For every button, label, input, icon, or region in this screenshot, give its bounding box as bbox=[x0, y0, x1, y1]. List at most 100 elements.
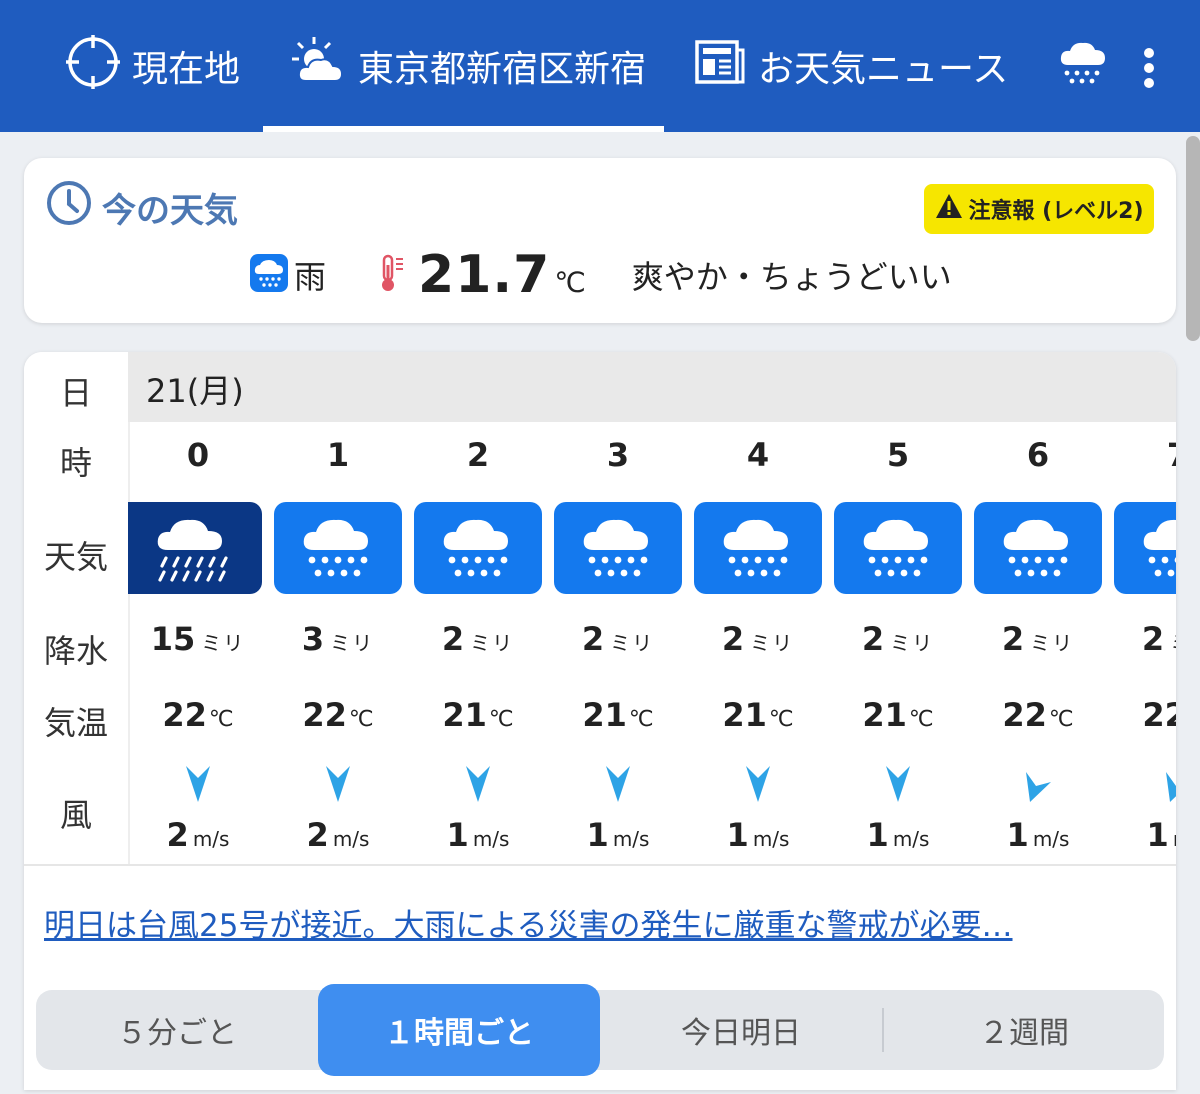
more-dot bbox=[1144, 63, 1154, 73]
top-bar: 現在地 東京都新宿区新宿 お天気ニュース bbox=[0, 0, 1200, 132]
rain-icon bbox=[250, 254, 288, 296]
rain-icon bbox=[694, 502, 822, 594]
wind-value: 1m/s bbox=[866, 816, 930, 854]
tab-label: 東京都新宿区新宿 bbox=[358, 49, 647, 90]
row-label-wind: 風 bbox=[59, 796, 92, 834]
row-label-temp: 気温 bbox=[43, 704, 108, 742]
wind-direction-arrow-icon bbox=[184, 764, 212, 808]
temp-value: 22℃ bbox=[1002, 696, 1074, 734]
tab-current-location[interactable]: 現在地 bbox=[66, 0, 240, 132]
rain-icon bbox=[1114, 502, 1176, 594]
news-link[interactable]: 明日は台風25号が接近。大雨による災害の発生に厳重な警戒が必要… bbox=[44, 900, 1013, 945]
current-weather-title: 今の天気 bbox=[46, 180, 238, 235]
active-tab-indicator bbox=[263, 126, 664, 132]
wind-value: 1m/s bbox=[1146, 816, 1176, 854]
clock-icon bbox=[46, 180, 92, 235]
segment-2weeks[interactable]: ２週間 bbox=[884, 990, 1164, 1070]
hour-column: 5 2 ミリ 21℃ 1 m/s bbox=[828, 422, 968, 864]
current-weather-card: 今の天気 注意報 (レベル2) 雨 21.7 ℃ 爽やか・ちょうどいい bbox=[24, 158, 1176, 323]
row-label-weather: 天気 bbox=[43, 538, 108, 576]
rain-icon bbox=[554, 502, 682, 594]
hour-label: 4 bbox=[746, 436, 770, 474]
wind-value: 1m/s bbox=[1006, 816, 1070, 854]
precip-value: 2ミリ bbox=[861, 620, 935, 658]
row-label-day: 日 bbox=[59, 374, 92, 412]
rain-radar-button[interactable] bbox=[1058, 0, 1108, 132]
wind-direction-arrow-icon bbox=[464, 764, 492, 808]
more-dot bbox=[1144, 78, 1154, 88]
row-label-hour: 時 bbox=[59, 444, 92, 482]
thermometer-icon bbox=[378, 253, 408, 297]
wind-direction-arrow-icon bbox=[324, 764, 352, 808]
wind-value: 2 m/s bbox=[166, 816, 230, 854]
day-label: 21(月) bbox=[146, 372, 244, 410]
temp-value: 21℃ bbox=[582, 696, 654, 734]
wind-value: 1m/s bbox=[726, 816, 790, 854]
segment-today-tomorrow[interactable]: 今日明日 bbox=[600, 990, 882, 1070]
precip-value: 15 ミリ bbox=[150, 620, 246, 658]
row-label-precip: 降水 bbox=[43, 632, 108, 670]
more-menu-button[interactable] bbox=[1138, 48, 1160, 88]
tab-weather-news[interactable]: お天気ニュース bbox=[694, 0, 1008, 132]
wind-value: 2 m/s bbox=[306, 816, 370, 854]
scrollbar-thumb[interactable] bbox=[1186, 136, 1200, 341]
hour-label: 3 bbox=[606, 436, 630, 474]
interval-selector: ５分ごと １時間ごと 今日明日 ２週間 bbox=[36, 984, 1164, 1076]
hour-label: 6 bbox=[1026, 436, 1050, 474]
current-weather-title-text: 今の天気 bbox=[102, 191, 238, 231]
hour-column: 1 3 ミリ 22℃ 2 m/s bbox=[268, 422, 408, 864]
hourly-grid[interactable]: 0 15 ミリ 22℃ 2 m/s 1 3 ミリ 22℃ 2 m/s 2 2 ミリ 21℃ 1 m/s 3 2 ミリ 21… bbox=[128, 422, 1176, 864]
tab-location-shinjuku[interactable]: 東京都新宿区新宿 bbox=[292, 0, 646, 132]
row-labels: 日 時 天気 降水 気温 風 bbox=[24, 352, 128, 864]
tab-label: お天気ニュース bbox=[758, 49, 1009, 90]
hour-label: 0 bbox=[186, 436, 210, 474]
wind-direction-arrow-icon bbox=[1164, 764, 1176, 808]
hour-column: 3 2 ミリ 21℃ 1 m/s bbox=[548, 422, 688, 864]
warning-text: 注意報 (レベル2) bbox=[968, 199, 1144, 224]
segment-hourly[interactable]: １時間ごと bbox=[318, 984, 600, 1076]
wind-direction-arrow-icon bbox=[884, 764, 912, 808]
precip-value: 2ミリ bbox=[1001, 620, 1075, 658]
temperature-unit: ℃ bbox=[554, 265, 586, 299]
wind-direction-arrow-icon bbox=[604, 764, 632, 808]
temp-value: 22℃ bbox=[162, 696, 234, 734]
current-temperature: 21.7 bbox=[418, 245, 551, 305]
temp-value: 21℃ bbox=[862, 696, 934, 734]
newspaper-icon bbox=[694, 36, 746, 97]
tab-label: 現在地 bbox=[132, 49, 241, 90]
hour-column: 0 15 ミリ 22℃ 2 m/s bbox=[128, 422, 268, 864]
precip-value: 3 ミリ bbox=[301, 620, 375, 658]
temp-value: 21℃ bbox=[722, 696, 794, 734]
precip-value: 2ミリ bbox=[721, 620, 795, 658]
hour-label: 2 bbox=[466, 436, 490, 474]
temp-value: 21℃ bbox=[442, 696, 514, 734]
heavy-rain-icon bbox=[128, 502, 262, 594]
hour-column: 4 2 ミリ 21℃ 1 m/s bbox=[688, 422, 828, 864]
rain-icon bbox=[974, 502, 1102, 594]
wind-value: 1m/s bbox=[586, 816, 650, 854]
day-header: 21(月) bbox=[128, 352, 1176, 422]
wind-value: 1m/s bbox=[446, 816, 510, 854]
temp-value: 22℃ bbox=[1142, 696, 1176, 734]
precip-value: 2ミリ bbox=[441, 620, 515, 658]
current-weather-summary: 雨 21.7 ℃ 爽やか・ちょうどいい bbox=[250, 240, 952, 310]
rain-cloud-icon bbox=[1058, 37, 1108, 96]
segment-5min[interactable]: ５分ごと bbox=[36, 990, 318, 1070]
wind-direction-arrow-icon bbox=[1024, 764, 1052, 808]
precip-value: 2ミリ bbox=[1141, 620, 1176, 658]
more-vertical-icon bbox=[1144, 48, 1154, 58]
hour-label: 5 bbox=[886, 436, 910, 474]
hourly-forecast-card: 日 時 天気 降水 気温 風 21(月) 0 15 ミリ 22℃ 2 m/s 1 3 ミリ 22℃… bbox=[24, 352, 1176, 1090]
sun-cloud-icon bbox=[292, 35, 346, 98]
hour-column: 2 2 ミリ 21℃ 1 m/s bbox=[408, 422, 548, 864]
location-crosshair-icon bbox=[66, 34, 120, 98]
precip-value: 2ミリ bbox=[581, 620, 655, 658]
hour-column: 6 2 ミリ 22℃ 1 m/s bbox=[968, 422, 1108, 864]
rain-icon bbox=[414, 502, 542, 594]
divider bbox=[24, 864, 1176, 866]
warning-badge[interactable]: 注意報 (レベル2) bbox=[924, 184, 1154, 234]
warning-triangle-icon bbox=[934, 192, 964, 226]
hour-label: 7 bbox=[1108, 436, 1176, 474]
current-condition: 雨 bbox=[294, 258, 327, 296]
temp-value: 22℃ bbox=[302, 696, 374, 734]
